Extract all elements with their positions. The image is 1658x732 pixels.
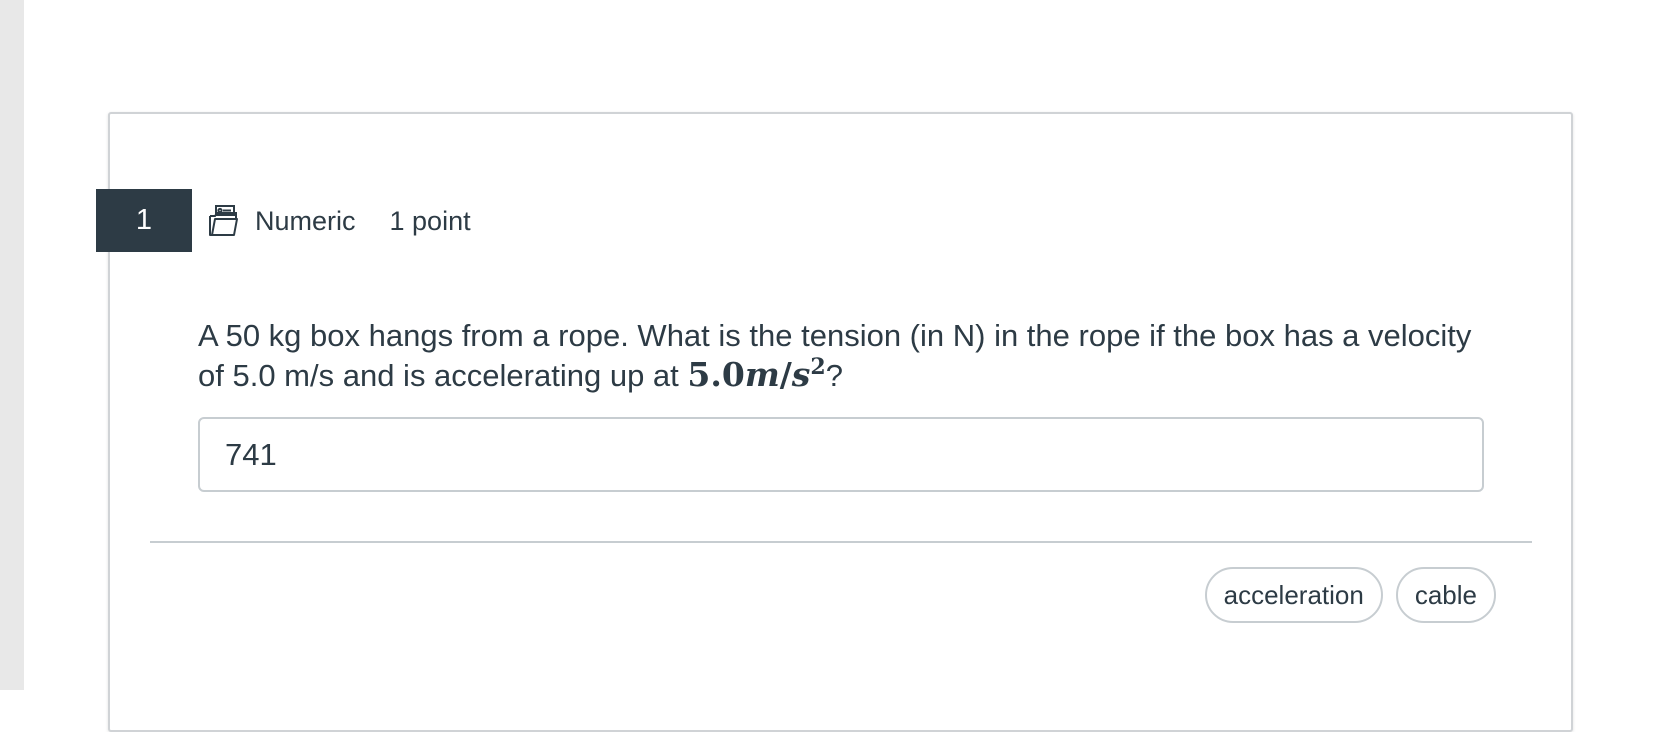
left-gutter [0, 0, 24, 690]
divider [150, 541, 1532, 543]
answer-input[interactable]: 741 [198, 417, 1484, 492]
tag-cable[interactable]: cable [1395, 567, 1496, 623]
math-value: 5.0 [687, 355, 745, 394]
acceleration-math: 5.0m/s2 [687, 355, 825, 394]
math-unit-m: m [744, 355, 780, 394]
question-type-label: Numeric [255, 205, 356, 236]
question-text-end: ? [825, 358, 843, 393]
tag-list: acceleration cable [1204, 567, 1496, 623]
answer-value: 741 [225, 436, 277, 472]
numeric-question-icon [209, 205, 238, 236]
question-number-badge: 1 [96, 189, 192, 252]
math-unit-s: s [791, 355, 811, 394]
question-meta: Numeric 1 point [207, 203, 471, 239]
question-text: A 50 kg box hangs from a rope. What is t… [198, 316, 1498, 395]
math-exponent: 2 [810, 354, 826, 380]
question-points: 1 point [389, 205, 471, 236]
tag-acceleration[interactable]: acceleration [1204, 567, 1383, 623]
math-slash: / [779, 355, 792, 394]
